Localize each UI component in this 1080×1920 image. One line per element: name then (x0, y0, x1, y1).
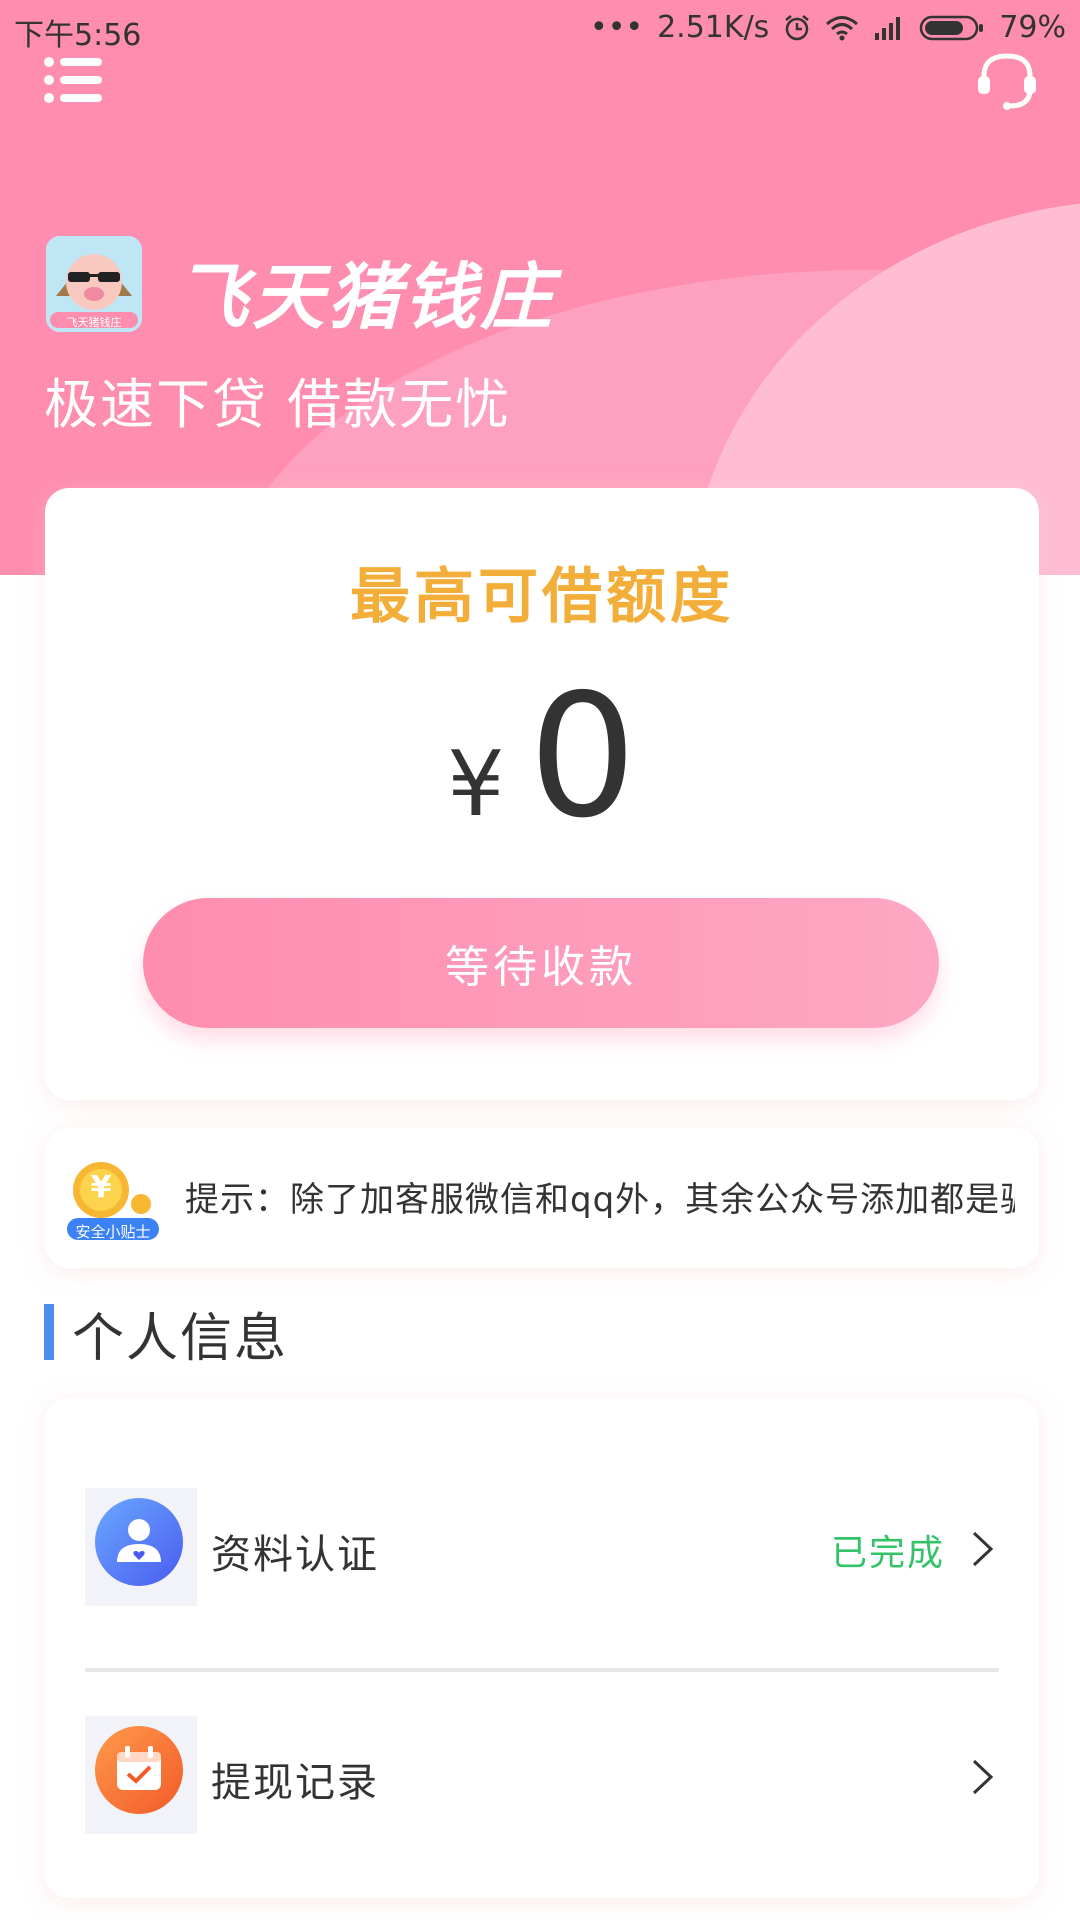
safety-tip-banner[interactable]: ¥ 安全小贴士 提示：除了加客服微信和qq外，其余公众号添加都是骗 (45, 1128, 1039, 1268)
divider (85, 1668, 999, 1672)
customer-service-headset-icon[interactable] (976, 50, 1038, 112)
user-profile-icon (85, 1488, 197, 1606)
status-time: 下午5:56 (14, 18, 142, 53)
amount-value: 0 (528, 658, 637, 856)
list-item-label: 提现记录 (211, 1760, 379, 1806)
menu-icon[interactable] (44, 56, 102, 104)
safety-tip-badge-text: 安全小贴士 (75, 1223, 151, 1241)
battery-icon (920, 15, 984, 40)
status-dots: ••• (590, 10, 644, 45)
chevron-right-icon (972, 1531, 994, 1567)
personal-info-card: 资料认证 已完成 提现记录 (45, 1398, 1039, 1898)
calendar-check-icon (85, 1716, 197, 1834)
safety-tip-text: 提示：除了加客服微信和qq外，其余公众号添加都是骗 (185, 1180, 1015, 1220)
credit-limit-title: 最高可借额度 (350, 562, 734, 632)
credit-limit-card: 最高可借额度 ¥0 等待收款 (45, 488, 1039, 1100)
section-title-personal-info: 个人信息 (72, 1309, 289, 1369)
status-bar: 下午5:56 ••• 2.51K/s 79% (0, 0, 1080, 58)
list-item-label: 资料认证 (211, 1532, 379, 1578)
list-item-withdrawal-records[interactable]: 提现记录 (85, 1716, 999, 1836)
slogan: 极速下贷 借款无忧 (44, 373, 512, 436)
wait-receive-button[interactable]: 等待收款 (143, 898, 939, 1028)
network-speed: 2.51K/s (657, 10, 770, 45)
app-name: 飞天猪钱庄 (176, 255, 557, 339)
signal-icon (875, 16, 901, 40)
logo-text: 飞天猪钱庄 (66, 316, 122, 329)
chevron-right-icon (972, 1759, 994, 1795)
status-right-group: ••• 2.51K/s 79% (590, 10, 1066, 45)
list-item-profile-verification[interactable]: 资料认证 已完成 (85, 1488, 999, 1608)
app-logo: 飞天猪钱庄 (46, 236, 142, 332)
battery-percent: 79% (999, 10, 1066, 45)
section-accent-bar (44, 1304, 54, 1360)
safety-tip-badge: ¥ 安全小贴士 (65, 1158, 161, 1242)
coin-symbol: ¥ (90, 1170, 112, 1205)
status-complete: 已完成 (830, 1533, 945, 1574)
credit-amount: ¥0 (45, 658, 1039, 856)
wifi-icon (826, 15, 859, 40)
currency-symbol: ¥ (447, 732, 505, 837)
alarm-icon (785, 14, 810, 40)
